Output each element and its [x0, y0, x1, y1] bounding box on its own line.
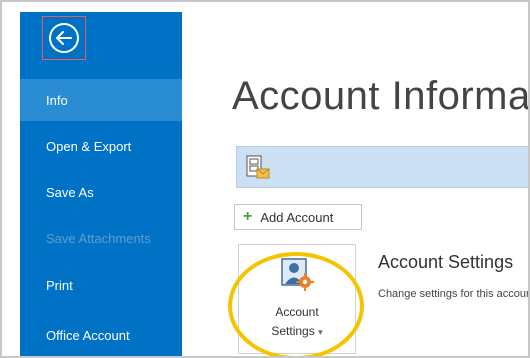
sidebar-item-save-attachments: Save Attachments — [20, 217, 182, 259]
page-title: Account Information — [232, 74, 528, 118]
account-selector[interactable] — [236, 146, 528, 188]
sidebar-item-info[interactable]: Info — [20, 79, 182, 121]
chevron-down-icon: ▾ — [318, 327, 323, 337]
account-settings-label-line1: Account — [275, 305, 319, 319]
sidebar-item-label: Office Account — [46, 327, 130, 343]
window-frame: Info Open & Export Save As Save Attachme… — [0, 0, 530, 358]
sidebar-item-label: Open & Export — [46, 138, 132, 154]
account-settings-label-line2: Settings ▾ — [239, 324, 355, 338]
plus-icon: + — [243, 208, 253, 225]
add-account-label: Add Account — [260, 209, 334, 225]
sidebar-item-label: Save Attachments — [46, 230, 151, 246]
account-settings-label-text: Settings — [271, 324, 315, 338]
section-title: Account Settings — [378, 252, 514, 272]
sidebar-item-open-export[interactable]: Open & Export — [20, 125, 182, 167]
section-description: Change settings for this account — [378, 288, 528, 300]
backstage-sidebar: Info Open & Export Save As Save Attachme… — [20, 12, 182, 356]
add-account-button[interactable]: + Add Account — [234, 204, 362, 230]
account-settings-button[interactable]: Account Settings ▾ — [238, 244, 356, 354]
back-arrow-icon — [49, 23, 79, 53]
back-button[interactable] — [42, 16, 86, 60]
sidebar-item-print[interactable]: Print — [20, 264, 182, 306]
account-settings-icon — [280, 257, 314, 296]
sidebar-item-office-account[interactable]: Office Account — [20, 314, 182, 356]
sidebar-item-label: Print — [46, 277, 73, 293]
sidebar-item-label: Save As — [46, 184, 94, 200]
sidebar-item-label: Info — [46, 92, 68, 108]
sidebar-item-save-as[interactable]: Save As — [20, 171, 182, 213]
main-content: Account Information + Add Account — [182, 12, 528, 356]
email-account-icon — [245, 155, 271, 186]
